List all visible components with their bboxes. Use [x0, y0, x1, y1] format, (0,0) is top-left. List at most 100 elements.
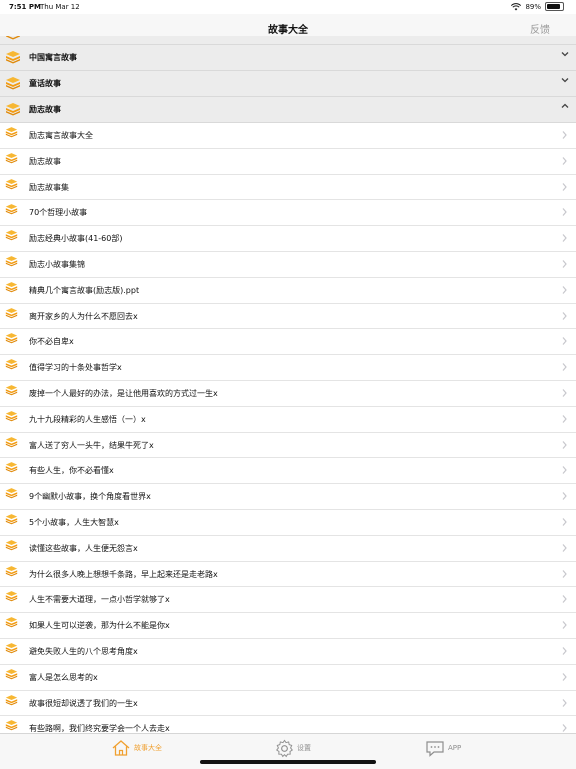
tab-settings[interactable]: 设置	[275, 737, 311, 759]
story-list[interactable]: ……中国寓言故事童话故事励志故事励志寓言故事大全励志故事励志故事集70个哲理小故…	[0, 36, 576, 733]
chevron-right-icon	[562, 363, 567, 372]
list-item-label: 九十九段精彩的人生感悟（一）x	[29, 414, 146, 424]
tab-stories[interactable]: 故事大全	[111, 737, 162, 759]
battery-percent: 89%	[525, 2, 541, 11]
chevron-right-icon	[562, 414, 567, 423]
chevron-right-icon	[562, 389, 567, 397]
list-item-label: 励志故事集	[29, 182, 69, 192]
group-label: 励志故事	[29, 105, 61, 114]
list-item[interactable]: 5个小故事，人生大智慧x	[0, 509, 576, 536]
chat-icon	[426, 740, 444, 757]
chevron-right-icon	[562, 285, 567, 294]
chevron-up-icon	[561, 103, 569, 108]
book-stack-icon	[5, 385, 18, 396]
list-item-label: 富人是怎么思考的x	[29, 672, 98, 682]
book-stack-icon	[5, 488, 18, 499]
book-stack-icon	[6, 77, 20, 90]
list-item[interactable]: 富人是怎么思考的x	[0, 664, 576, 691]
list-item-label: 9个幽默小故事，换个角度看世界x	[29, 492, 151, 502]
list-item[interactable]: 富人送了穷人一头牛，结果牛死了x	[0, 432, 576, 459]
list-item[interactable]: 避免失败人生的八个思考角度x	[0, 638, 576, 665]
status-bar: 7:51 PM Thu Mar 12 89%	[0, 0, 576, 14]
book-stack-icon	[5, 643, 18, 654]
list-item-label: 你不必自卑x	[29, 337, 74, 347]
list-item[interactable]: 励志寓言故事大全	[0, 123, 576, 149]
group-row[interactable]: 童话故事	[0, 71, 576, 97]
chevron-right-icon	[562, 569, 567, 578]
chevron-down-icon	[561, 78, 569, 83]
book-stack-icon	[6, 36, 20, 40]
chevron-right-icon	[562, 337, 567, 346]
chevron-right-icon	[562, 131, 567, 139]
list-item[interactable]: 70个哲理小故事	[0, 200, 576, 227]
list-item-label: 有些路啊，我们终究要学会一个人去走x	[29, 724, 170, 733]
wifi-icon	[511, 2, 522, 10]
list-item-label: 离开家乡的人为什么不愿回去x	[29, 311, 138, 321]
list-item-label: 富人送了穷人一头牛，结果牛死了x	[29, 440, 154, 450]
list-item-label: 为什么很多人晚上想想千条路，早上起来还是走老路x	[29, 569, 218, 579]
list-item[interactable]: 励志故事集	[0, 174, 576, 201]
home-indicator	[200, 760, 376, 764]
list-item[interactable]: 有些人生，你不必看懂x	[0, 458, 576, 485]
chevron-right-icon	[562, 647, 567, 655]
list-item[interactable]: 励志小故事集锦	[0, 251, 576, 278]
chevron-right-icon	[562, 466, 567, 475]
book-stack-icon	[5, 307, 18, 318]
feedback-button[interactable]: 反馈	[530, 21, 550, 36]
list-item-label: 励志寓言故事大全	[29, 131, 93, 140]
list-item[interactable]: 为什么很多人晚上想想千条路，早上起来还是走老路x	[0, 561, 576, 588]
book-stack-icon	[5, 539, 18, 551]
book-stack-icon	[6, 103, 20, 116]
list-item[interactable]: 故事很短却说透了我们的一生x	[0, 690, 576, 717]
list-item-label: 70个哲理小故事	[29, 208, 88, 218]
status-right: 89%	[511, 2, 564, 11]
book-stack-icon	[5, 256, 18, 267]
list-item-label: 励志经典小故事(41-60部)	[29, 234, 123, 244]
group-row[interactable]: 励志故事	[0, 97, 576, 123]
chevron-right-icon	[562, 156, 567, 165]
tab-app-label: APP	[448, 744, 462, 752]
book-stack-icon	[5, 230, 18, 241]
book-stack-icon	[5, 204, 18, 215]
list-item[interactable]: 如果人生可以逆袭，那为什么不能是你x	[0, 613, 576, 639]
list-item-label: 人生不需要大道理，一点小哲学就够了x	[29, 595, 170, 605]
book-stack-icon	[5, 514, 18, 525]
list-item[interactable]: 离开家乡的人为什么不愿回去x	[0, 303, 576, 330]
book-stack-icon	[5, 462, 18, 473]
chevron-right-icon	[562, 621, 567, 630]
list-item[interactable]: 9个幽默小故事，换个角度看世界x	[0, 484, 576, 510]
tab-app[interactable]: APP	[425, 737, 461, 759]
list-item[interactable]: 励志经典小故事(41-60部)	[0, 226, 576, 252]
list-item[interactable]: 九十九段精彩的人生感悟（一）x	[0, 406, 576, 433]
battery-icon	[545, 2, 564, 11]
list-item[interactable]: 有些路啊，我们终究要学会一个人去走x	[0, 716, 576, 733]
chevron-right-icon	[562, 672, 567, 681]
group-label: ……	[29, 36, 45, 37]
group-label: 中国寓言故事	[29, 53, 77, 62]
group-label: 童话故事	[29, 79, 61, 88]
list-item[interactable]: 读懂这些故事，人生便无怨言x	[0, 535, 576, 562]
list-item[interactable]: 废掉一个人最好的办法，是让他用喜欢的方式过一生x	[0, 380, 576, 407]
group-row[interactable]: 中国寓言故事	[0, 45, 576, 71]
book-stack-icon	[5, 668, 18, 680]
book-stack-icon	[6, 51, 20, 64]
list-item[interactable]: 精典几个寓言故事(励志版).ppt	[0, 277, 576, 304]
home-icon	[112, 740, 130, 756]
list-item[interactable]: 值得学习的十条处事哲学x	[0, 355, 576, 381]
book-stack-icon	[5, 281, 18, 293]
list-item-label: 励志小故事集锦	[29, 259, 85, 269]
list-item-label: 值得学习的十条处事哲学x	[29, 363, 122, 373]
gear-icon	[276, 739, 293, 757]
book-stack-icon	[5, 694, 18, 705]
book-stack-icon	[5, 565, 18, 576]
list-item[interactable]: 人生不需要大道理，一点小哲学就够了x	[0, 587, 576, 614]
list-item-label: 故事很短却说透了我们的一生x	[29, 698, 138, 708]
book-stack-icon	[5, 720, 18, 731]
tab-stories-label: 故事大全	[134, 744, 162, 752]
chevron-right-icon	[562, 698, 567, 707]
book-stack-icon	[5, 333, 18, 344]
list-item[interactable]: 你不必自卑x	[0, 329, 576, 356]
battery-fill	[547, 4, 561, 9]
list-item[interactable]: 励志故事	[0, 148, 576, 175]
group-row-partial[interactable]: ……	[0, 36, 576, 45]
